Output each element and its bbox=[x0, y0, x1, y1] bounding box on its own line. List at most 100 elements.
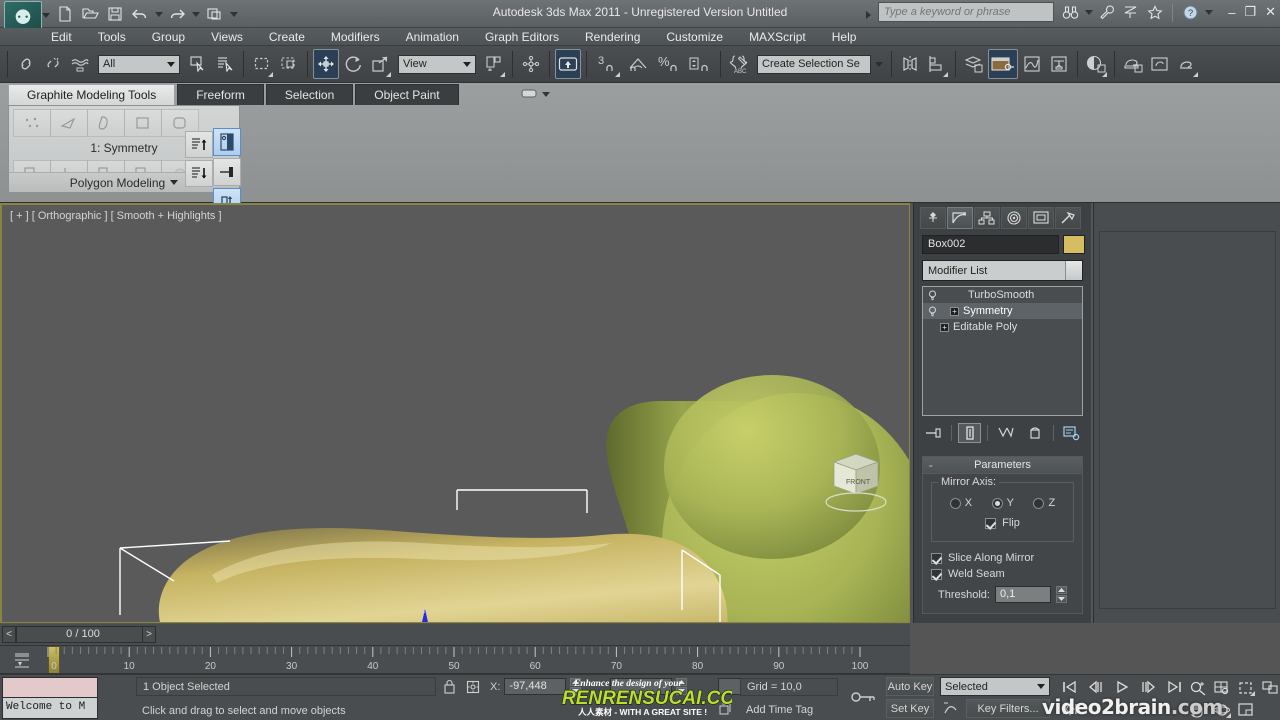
maxscript-input-row[interactable] bbox=[3, 678, 97, 698]
pan-view-icon[interactable] bbox=[1186, 699, 1209, 720]
make-unique-icon[interactable] bbox=[994, 423, 1017, 443]
threshold-input[interactable]: 0,1 bbox=[994, 586, 1051, 603]
menu-item-group[interactable]: Group bbox=[139, 28, 198, 46]
track-bar[interactable]: 10 20 30 40 50 60 70 80 90 100 0 bbox=[0, 646, 910, 674]
curve-editor-icon[interactable] bbox=[1019, 49, 1045, 79]
tab-object-paint[interactable]: Object Paint bbox=[355, 84, 459, 105]
modifier-list-arrow-icon[interactable] bbox=[1065, 261, 1082, 280]
help-icon[interactable]: ? bbox=[1180, 2, 1201, 23]
spinner-up-icon[interactable] bbox=[570, 678, 582, 686]
x-value[interactable]: -97,448 bbox=[504, 678, 567, 695]
redo-dropdown-icon[interactable] bbox=[191, 3, 200, 25]
hierarchy-tab-icon[interactable] bbox=[974, 207, 1000, 229]
qat-dropdown-icon[interactable] bbox=[228, 3, 240, 25]
menu-item-views[interactable]: Views bbox=[198, 28, 256, 46]
radio-dot-icon[interactable] bbox=[1033, 497, 1045, 509]
undo-dropdown-icon[interactable] bbox=[154, 3, 163, 25]
show-end-result-icon[interactable] bbox=[213, 128, 241, 156]
rollout-collapse-icon[interactable]: - bbox=[929, 460, 933, 472]
border-subobject-icon[interactable] bbox=[87, 109, 125, 137]
named-selection-sets-icon[interactable]: ABC bbox=[726, 49, 754, 79]
graphite-toggle-icon[interactable] bbox=[988, 49, 1018, 79]
help-dropdown-icon[interactable] bbox=[1204, 2, 1213, 23]
spinner-down-icon[interactable] bbox=[570, 687, 582, 695]
key-filters-button[interactable]: Key Filters... bbox=[966, 699, 1050, 718]
tab-selection[interactable]: Selection bbox=[265, 84, 354, 105]
display-tab-icon[interactable] bbox=[1028, 207, 1054, 229]
maximize-viewport-icon[interactable] bbox=[1234, 699, 1257, 720]
render-setup-icon[interactable] bbox=[1120, 49, 1146, 79]
wrench-icon[interactable] bbox=[1096, 2, 1117, 23]
menu-item-rendering[interactable]: Rendering bbox=[572, 28, 653, 46]
light-bulb-icon[interactable] bbox=[927, 289, 938, 301]
ribbon-state-icon[interactable] bbox=[521, 87, 537, 102]
spinner-up-icon[interactable] bbox=[1055, 586, 1067, 594]
search-dropdown-icon[interactable] bbox=[1084, 2, 1093, 23]
checkbox-icon[interactable] bbox=[931, 552, 942, 564]
polygon-subobject-icon[interactable] bbox=[124, 109, 162, 137]
angle-snap-toggle-icon[interactable] bbox=[623, 49, 653, 79]
zoom-region-icon[interactable] bbox=[1258, 677, 1280, 698]
named-selection-set-combo[interactable]: Create Selection Se bbox=[757, 54, 871, 74]
time-tag-icon[interactable] bbox=[716, 701, 734, 718]
reference-coordinate-combo[interactable]: View bbox=[398, 54, 476, 74]
key-mode-toggle-icon[interactable] bbox=[848, 681, 878, 713]
pin-stack-icon[interactable] bbox=[922, 423, 945, 443]
set-key-filters-icon[interactable] bbox=[940, 699, 962, 718]
unlink-selection-icon[interactable] bbox=[40, 49, 66, 79]
expand-modifier-icon[interactable]: + bbox=[950, 306, 959, 316]
y-value[interactable] bbox=[610, 678, 672, 695]
select-and-rotate-icon[interactable] bbox=[340, 49, 366, 79]
select-and-scale-icon[interactable] bbox=[367, 49, 393, 79]
layer-manager-icon[interactable] bbox=[961, 49, 987, 79]
modify-tab-icon[interactable] bbox=[947, 207, 973, 229]
selection-lock-icon[interactable] bbox=[440, 678, 458, 695]
current-frame-display[interactable]: 0 / 100 bbox=[16, 626, 150, 643]
next-frame-icon[interactable] bbox=[1136, 677, 1160, 697]
radio-dot-icon[interactable] bbox=[991, 497, 1003, 509]
weld-seam-row[interactable]: Weld Seam bbox=[931, 568, 1074, 580]
subscription-icon[interactable] bbox=[1120, 2, 1141, 23]
render-production-icon[interactable] bbox=[1174, 49, 1200, 79]
vertex-subobject-icon[interactable] bbox=[13, 109, 51, 137]
coordinate-y-field[interactable] bbox=[610, 678, 687, 695]
add-time-tag-button[interactable]: Add Time Tag bbox=[740, 701, 838, 719]
rectangular-selection-region-icon[interactable] bbox=[249, 49, 275, 79]
remove-modifier-icon[interactable] bbox=[1024, 423, 1047, 443]
align-icon[interactable] bbox=[924, 49, 950, 79]
select-object-icon[interactable] bbox=[185, 49, 211, 79]
redo-icon[interactable] bbox=[166, 3, 188, 25]
ribbon-state-dropdown-icon[interactable] bbox=[541, 92, 550, 97]
title-expand-icon[interactable] bbox=[866, 11, 871, 19]
menu-item-maxscript[interactable]: MAXScript bbox=[736, 28, 819, 46]
menu-item-create[interactable]: Create bbox=[256, 28, 318, 46]
checkbox-icon[interactable] bbox=[985, 517, 997, 529]
close-button[interactable]: ✕ bbox=[1265, 4, 1276, 20]
previous-frame-icon[interactable] bbox=[1084, 677, 1108, 697]
named-selection-dropdown-icon[interactable] bbox=[872, 49, 886, 79]
select-and-link-icon[interactable] bbox=[13, 49, 39, 79]
menu-item-customize[interactable]: Customize bbox=[653, 28, 736, 46]
restore-button[interactable]: ❐ bbox=[1244, 4, 1256, 20]
mirror-axis-y-radio[interactable]: Y bbox=[991, 497, 1014, 509]
minimize-button[interactable]: – bbox=[1228, 5, 1235, 20]
menu-item-edit[interactable]: Edit bbox=[38, 28, 85, 46]
material-editor-icon[interactable] bbox=[1083, 49, 1109, 79]
maxscript-mini-listener[interactable]: Welcome to M bbox=[2, 677, 98, 719]
checkbox-icon[interactable] bbox=[931, 568, 942, 580]
app-menu-dropdown-icon[interactable] bbox=[42, 13, 50, 18]
x-spinner[interactable] bbox=[570, 678, 582, 695]
polygon-modeling-dropdown-icon[interactable] bbox=[170, 180, 179, 185]
select-by-name-icon[interactable] bbox=[212, 49, 238, 79]
search-input[interactable] bbox=[878, 2, 1054, 22]
pin-stack-icon[interactable] bbox=[213, 158, 241, 186]
spinner-snap-toggle-icon[interactable] bbox=[685, 49, 715, 79]
tab-freeform[interactable]: Freeform bbox=[177, 84, 264, 105]
menu-item-help[interactable]: Help bbox=[819, 28, 870, 46]
modifier-row-editable-poly[interactable]: + Editable Poly bbox=[923, 319, 1082, 335]
snaps-toggle-icon[interactable]: 3 bbox=[592, 49, 622, 79]
animation-level-combo[interactable]: Selected bbox=[940, 677, 1050, 696]
mirror-icon[interactable] bbox=[897, 49, 923, 79]
menu-item-graph-editors[interactable]: Graph Editors bbox=[472, 28, 572, 46]
object-name-field[interactable]: Box002 bbox=[922, 235, 1059, 254]
